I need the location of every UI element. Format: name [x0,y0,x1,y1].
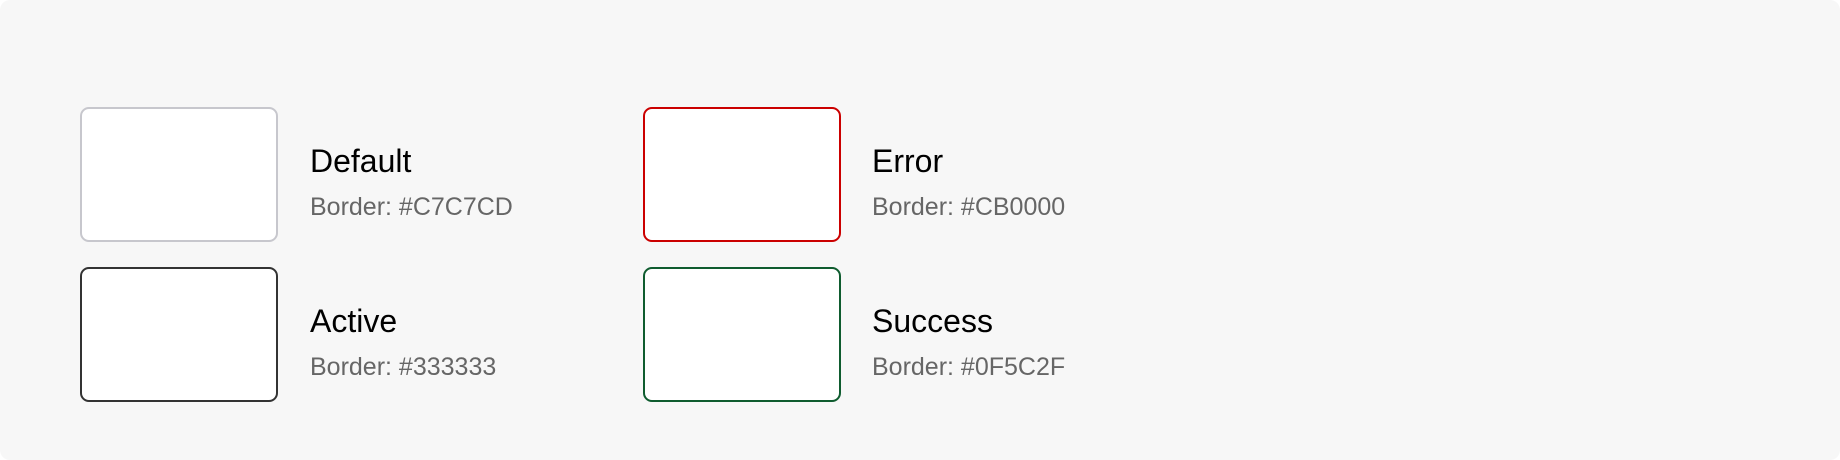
border-value-active: Border: #333333 [310,353,497,381]
swatch-success [643,267,841,402]
state-label-active: Active [310,303,398,339]
border-states-panel: Default Border: #C7C7CD Active Border: #… [0,0,1840,460]
border-value-default: Border: #C7C7CD [310,193,513,221]
state-label-error: Error [872,143,944,179]
swatch-default [80,107,278,242]
swatch-error [643,107,841,242]
state-label-default: Default [310,143,412,179]
swatch-active [80,267,278,402]
border-value-error: Border: #CB0000 [872,193,1066,221]
state-label-success: Success [872,303,993,339]
border-value-success: Border: #0F5C2F [872,353,1066,381]
